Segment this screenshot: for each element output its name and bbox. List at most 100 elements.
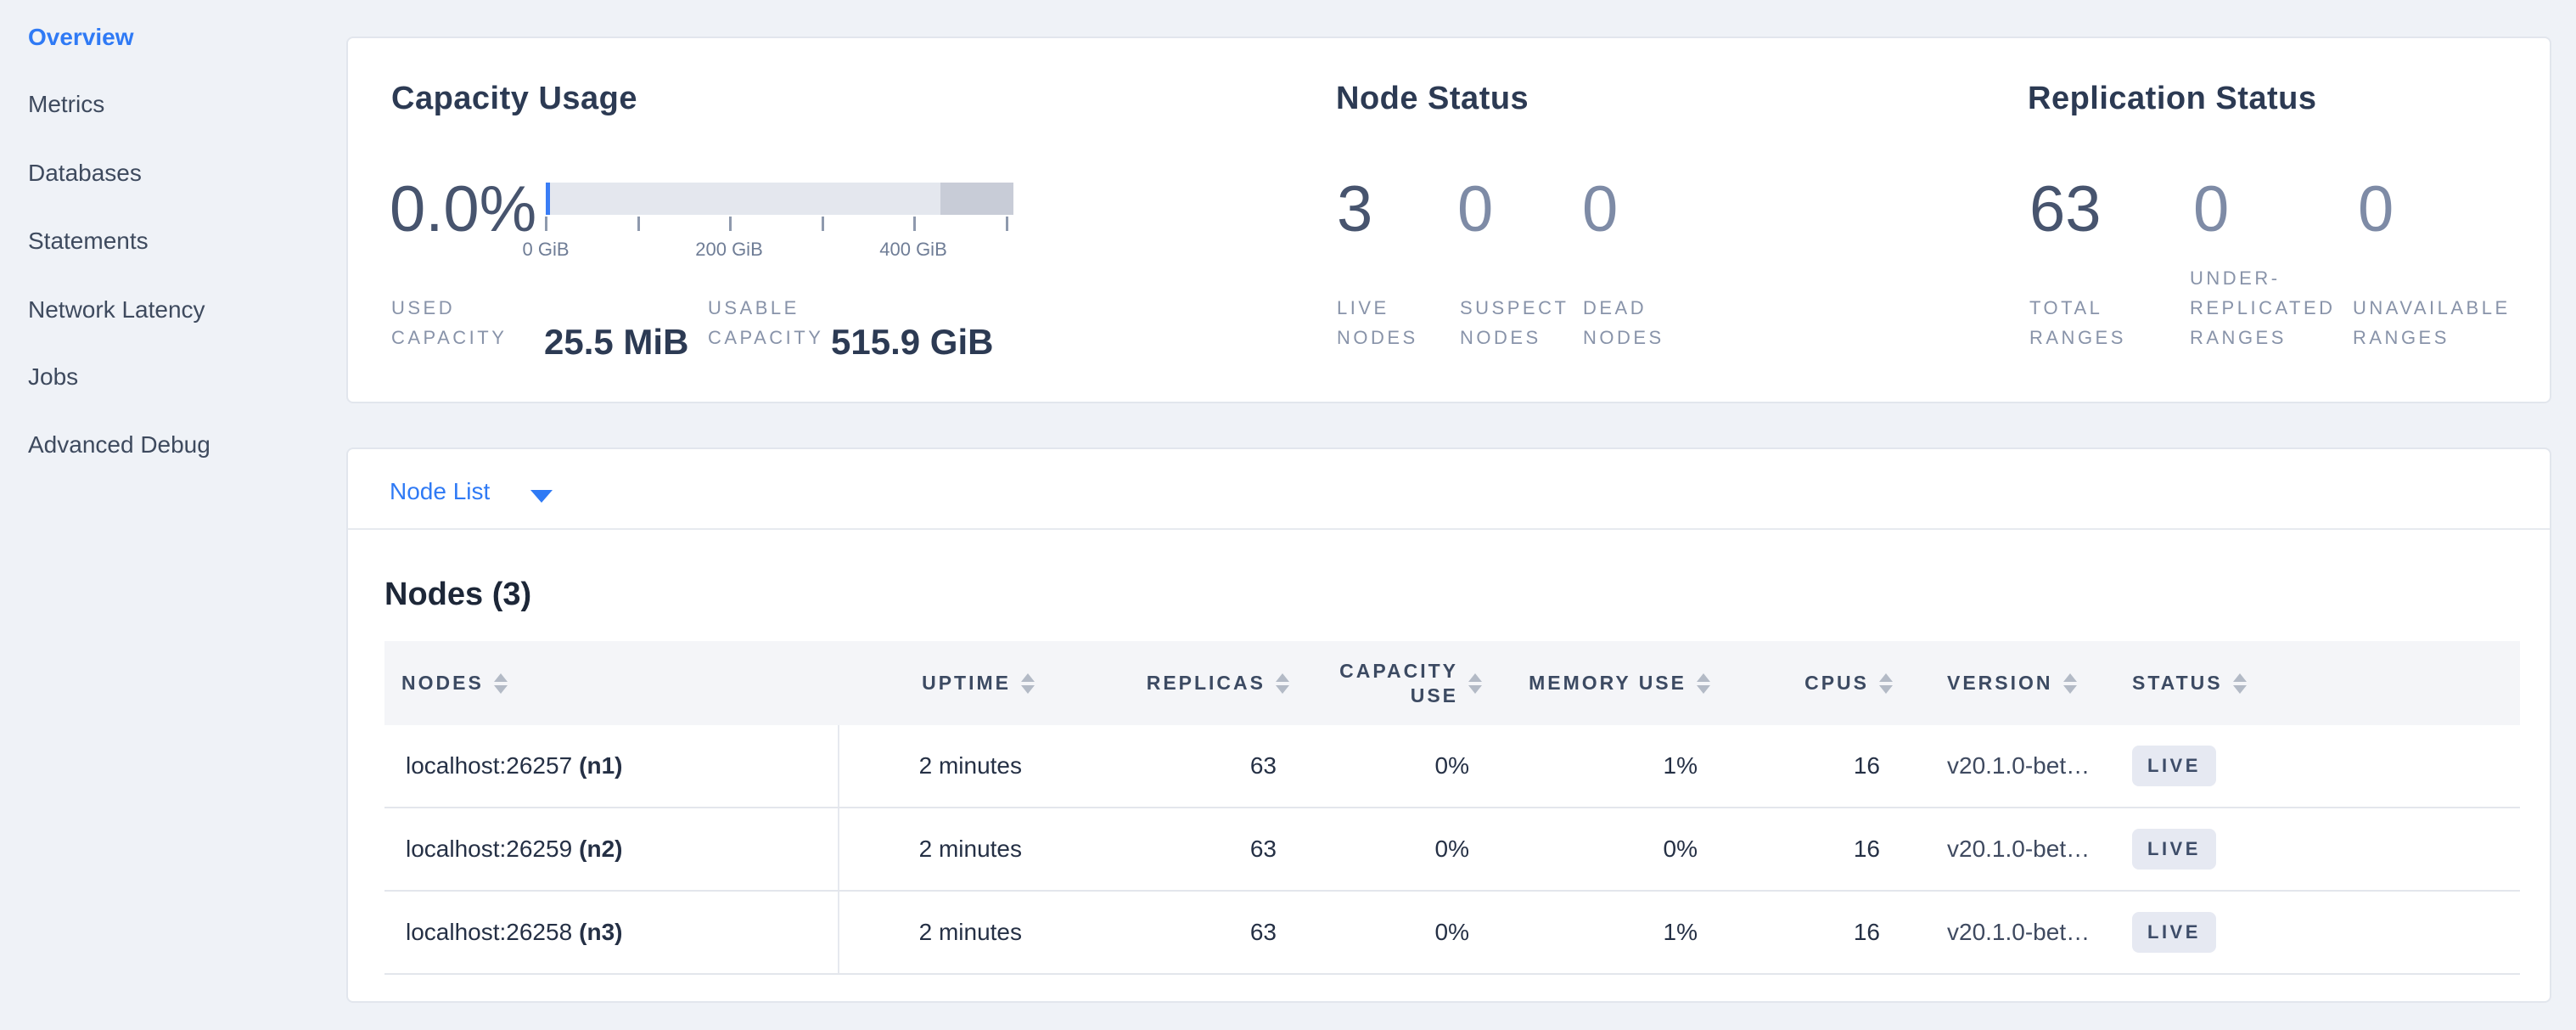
node-id: (n2) <box>579 836 622 863</box>
under-replicated-ranges-value: 0 <box>2193 172 2229 246</box>
column-header-uptime[interactable]: UPTIME <box>839 672 1035 695</box>
column-header-label: UPTIME <box>922 672 1011 695</box>
node-address[interactable]: localhost:26259 <box>406 836 572 863</box>
usable-capacity-label: USABLE CAPACITY <box>708 293 823 352</box>
memory-use-cell: 1% <box>1482 919 1710 946</box>
column-header-replicas[interactable]: REPLICAS <box>1035 672 1289 695</box>
capacity-gauge-used-segment <box>546 183 550 215</box>
view-switcher-dropdown[interactable]: Node List <box>348 449 2550 530</box>
node-address[interactable]: localhost:26257 <box>406 752 572 780</box>
sidebar: Overview Metrics Databases Statements Ne… <box>0 0 346 1030</box>
suspect-nodes-label: SUSPECT NODES <box>1460 293 1569 352</box>
sort-icon <box>1276 673 1289 694</box>
cpus-cell: 16 <box>1710 919 1947 946</box>
capacity-use-cell: 0% <box>1289 752 1482 780</box>
replication-status-title: Replication Status <box>2028 81 2317 117</box>
nodes-card: Node List Nodes (3) NODES UPTIME REPLICA… <box>346 447 2551 1003</box>
table-row[interactable]: localhost:26257 (n1) 2 minutes 63 0% 1% … <box>384 725 2520 808</box>
under-replicated-ranges-label: UNDER- REPLICATED RANGES <box>2190 263 2336 352</box>
table-row[interactable]: localhost:26258 (n3) 2 minutes 63 0% 1% … <box>384 892 2520 975</box>
capacity-use-cell: 0% <box>1289 836 1482 863</box>
chevron-down-icon <box>530 490 553 503</box>
version-cell: v20.1.0-bet… <box>1947 752 2130 780</box>
column-header-label: CPUS <box>1804 672 1869 695</box>
uptime-cell: 2 minutes <box>839 919 1035 946</box>
sort-icon <box>1468 673 1482 694</box>
column-header-label: VERSION <box>1947 672 2053 695</box>
column-header-cpus[interactable]: CPUS <box>1710 672 1947 695</box>
node-status-title: Node Status <box>1336 81 1529 117</box>
gauge-tick <box>822 217 824 231</box>
status-badge: LIVE <box>2132 829 2216 870</box>
node-address-cell[interactable]: localhost:26259 (n2) <box>384 808 839 890</box>
table-header-row: NODES UPTIME REPLICAS CAPACITY USE MEMOR… <box>384 641 2520 725</box>
usable-capacity-value: 515.9 GiB <box>831 322 993 363</box>
sort-icon <box>1879 673 1893 694</box>
capacity-gauge-reserved-segment <box>940 183 1013 215</box>
version-cell: v20.1.0-bet… <box>1947 919 2130 946</box>
sidebar-item-databases[interactable]: Databases <box>28 160 142 187</box>
suspect-nodes-value: 0 <box>1457 172 1493 246</box>
sort-icon <box>2233 673 2247 694</box>
used-capacity-label: USED CAPACITY <box>391 293 507 352</box>
uptime-cell: 2 minutes <box>839 836 1035 863</box>
node-address[interactable]: localhost:26258 <box>406 919 572 946</box>
status-cell: LIVE <box>2130 912 2520 953</box>
column-header-label: NODES <box>401 672 484 695</box>
node-id: (n3) <box>579 919 622 946</box>
node-id: (n1) <box>579 752 622 780</box>
live-nodes-value: 3 <box>1337 172 1372 246</box>
uptime-cell: 2 minutes <box>839 752 1035 780</box>
cpus-cell: 16 <box>1710 836 1947 863</box>
gauge-axis-label-200: 200 GiB <box>695 239 763 261</box>
gauge-tick <box>545 217 547 231</box>
capacity-use-cell: 0% <box>1289 919 1482 946</box>
node-address-cell[interactable]: localhost:26257 (n1) <box>384 725 839 807</box>
sidebar-item-overview[interactable]: Overview <box>28 24 134 51</box>
status-cell: LIVE <box>2130 746 2520 786</box>
unavailable-ranges-label: UNAVAILABLE RANGES <box>2353 293 2511 352</box>
column-header-capacity-use[interactable]: CAPACITY USE <box>1289 659 1482 708</box>
column-header-label: MEMORY USE <box>1529 672 1686 695</box>
version-cell: v20.1.0-bet… <box>1947 836 2130 863</box>
memory-use-cell: 0% <box>1482 836 1710 863</box>
sidebar-item-jobs[interactable]: Jobs <box>28 363 78 391</box>
cpus-cell: 16 <box>1710 752 1947 780</box>
capacity-usage-title: Capacity Usage <box>391 81 637 117</box>
sidebar-item-statements[interactable]: Statements <box>28 228 149 255</box>
sort-icon <box>2063 673 2077 694</box>
column-header-memory-use[interactable]: MEMORY USE <box>1482 672 1710 695</box>
column-header-version[interactable]: VERSION <box>1947 672 2130 695</box>
sidebar-item-advanced-debug[interactable]: Advanced Debug <box>28 431 210 459</box>
total-ranges-label: TOTAL RANGES <box>2029 293 2126 352</box>
column-header-status[interactable]: STATUS <box>2130 672 2520 695</box>
gauge-tick <box>729 217 732 231</box>
total-ranges-value: 63 <box>2029 172 2102 246</box>
gauge-tick <box>913 217 916 231</box>
column-header-nodes[interactable]: NODES <box>384 672 839 695</box>
gauge-tick <box>637 217 640 231</box>
capacity-used-percent: 0.0% <box>390 172 536 246</box>
gauge-axis-label-0: 0 GiB <box>522 239 569 261</box>
view-switcher-label[interactable]: Node List <box>390 478 490 505</box>
column-header-label: REPLICAS <box>1147 672 1266 695</box>
dead-nodes-value: 0 <box>1582 172 1618 246</box>
gauge-axis-label-400: 400 GiB <box>879 239 947 261</box>
sidebar-item-metrics[interactable]: Metrics <box>28 91 104 118</box>
unavailable-ranges-value: 0 <box>2358 172 2394 246</box>
cluster-summary-card: Capacity Usage 0.0% 0 GiB 200 GiB 400 Gi… <box>346 37 2551 403</box>
node-address-cell[interactable]: localhost:26258 (n3) <box>384 892 839 973</box>
nodes-section-title: Nodes (3) <box>384 577 531 613</box>
sort-icon <box>1021 673 1035 694</box>
column-header-label: STATUS <box>2132 672 2223 695</box>
column-header-label: CAPACITY USE <box>1322 659 1458 708</box>
replicas-cell: 63 <box>1035 752 1289 780</box>
live-nodes-label: LIVE NODES <box>1337 293 1418 352</box>
capacity-gauge <box>546 183 1013 215</box>
used-capacity-value: 25.5 MiB <box>544 322 688 363</box>
status-cell: LIVE <box>2130 829 2520 870</box>
sort-icon <box>1697 673 1710 694</box>
status-badge: LIVE <box>2132 912 2216 953</box>
sidebar-item-network-latency[interactable]: Network Latency <box>28 296 205 324</box>
table-row[interactable]: localhost:26259 (n2) 2 minutes 63 0% 0% … <box>384 808 2520 892</box>
